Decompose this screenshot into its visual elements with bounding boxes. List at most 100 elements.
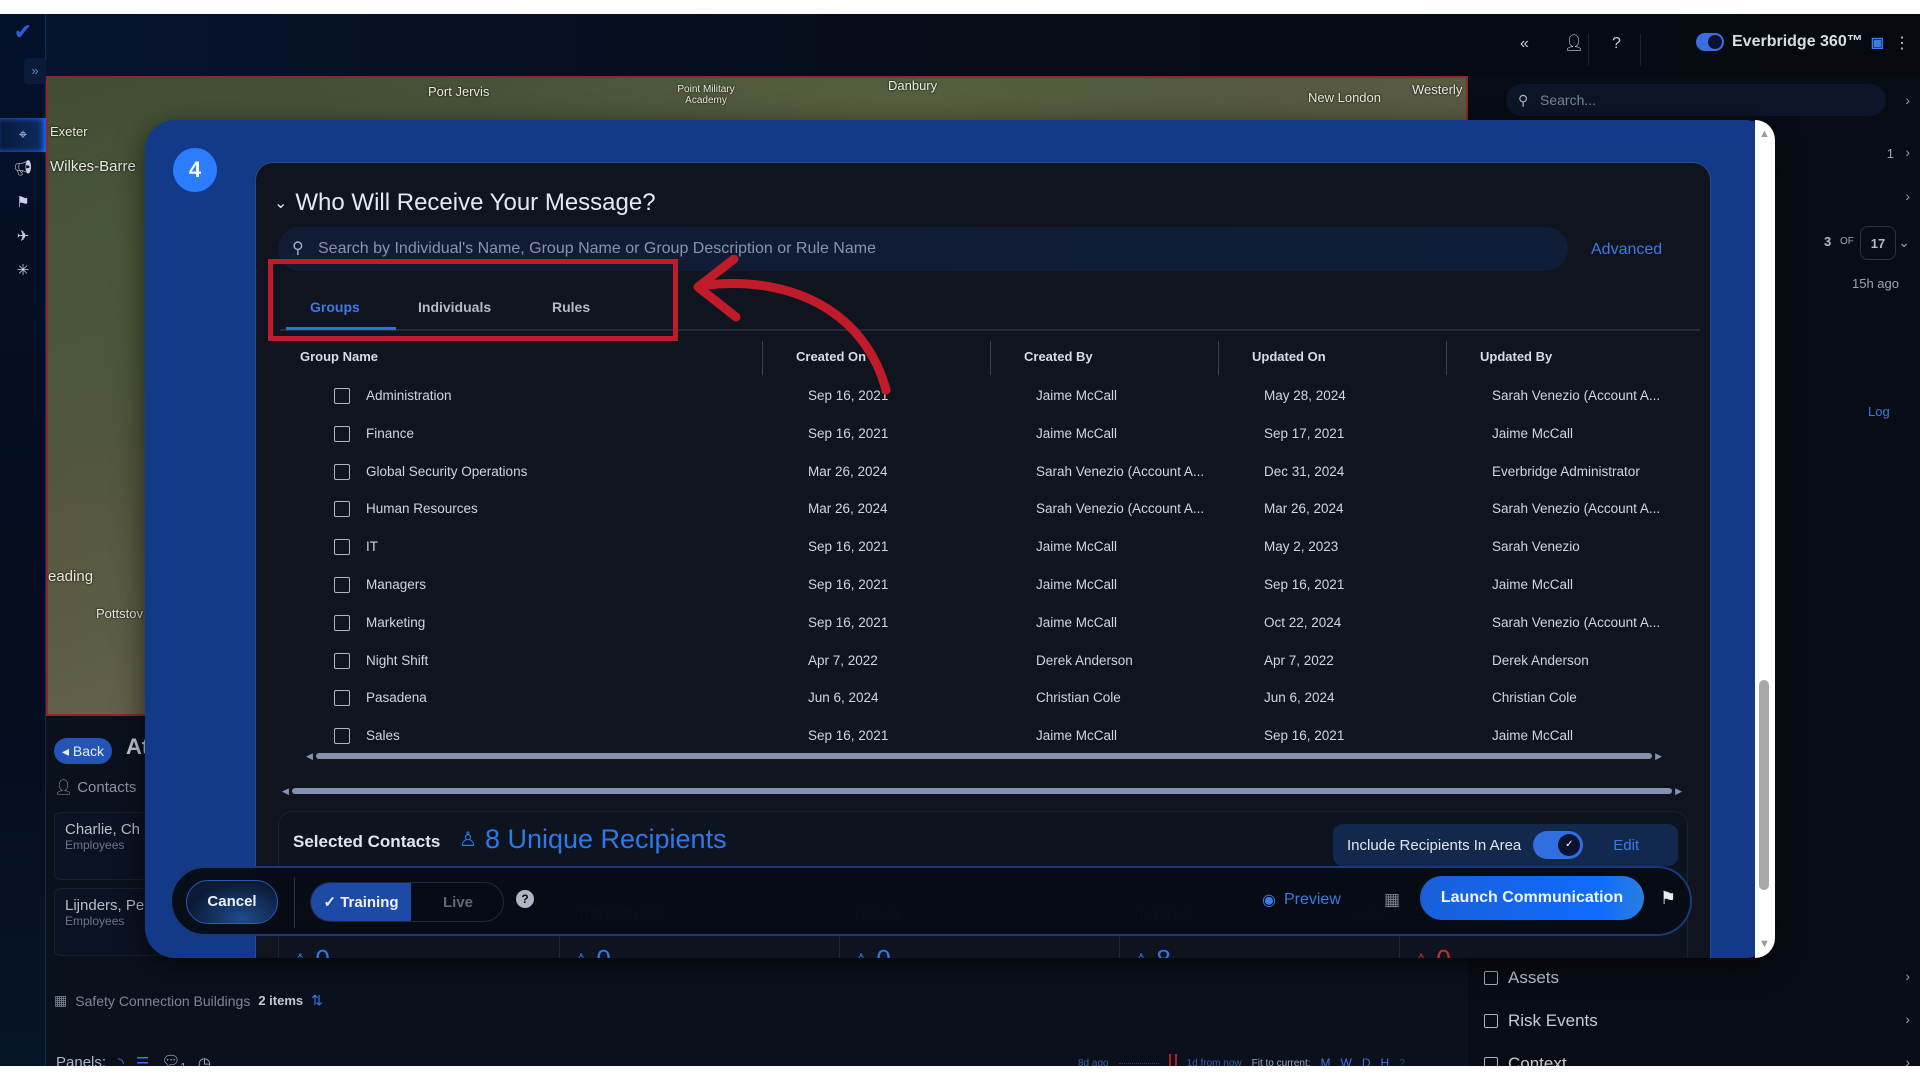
help-icon[interactable]: ?: [516, 890, 534, 908]
tab-individuals[interactable]: Individuals: [418, 299, 491, 315]
modal-scrollbar[interactable]: ▲ ▼: [1755, 120, 1775, 958]
timeline-track[interactable]: [1118, 1062, 1159, 1064]
row-checkbox[interactable]: [334, 690, 350, 707]
back-button[interactable]: ◂ Back: [54, 738, 112, 764]
fit-day[interactable]: D: [1362, 1056, 1371, 1066]
launch-communication-button[interactable]: Launch Communication: [1420, 876, 1644, 920]
column-header[interactable]: Group Name: [300, 349, 378, 364]
outer-horizontal-scrollbar[interactable]: ◀ ▶: [282, 785, 1682, 797]
row-checkbox[interactable]: [334, 728, 350, 745]
row-checkbox[interactable]: [334, 614, 350, 631]
collapse-icon[interactable]: «: [1520, 34, 1529, 54]
include-in-area-toggle[interactable]: ✓: [1533, 831, 1584, 859]
fit-month[interactable]: M: [1321, 1056, 1331, 1066]
row-checkbox[interactable]: [334, 539, 350, 556]
column-header[interactable]: Created On: [796, 349, 866, 364]
chevron-right-icon[interactable]: ›: [1905, 968, 1910, 984]
megaphone-icon[interactable]: 📢︎: [0, 152, 46, 186]
advanced-search-link[interactable]: Advanced: [1591, 241, 1662, 259]
table-row[interactable]: Managers Sep 16, 2021 Jaime McCall Sep 16, …: [268, 566, 1688, 604]
feed-icon[interactable]: ◝: [118, 1054, 124, 1067]
table-row[interactable]: Pasadena Jun 6, 2024 Christian Cole Jun 6, …: [268, 679, 1688, 717]
training-mode-button[interactable]: ✓ Training: [311, 883, 411, 921]
calendar-icon[interactable]: ▦: [1384, 890, 1400, 910]
scroll-thumb[interactable]: [316, 753, 1652, 759]
scroll-thumb[interactable]: [1759, 680, 1769, 890]
edit-area-link[interactable]: Edit: [1613, 837, 1639, 854]
fit-hour[interactable]: H: [1381, 1056, 1390, 1066]
column-header[interactable]: Created By: [1024, 349, 1093, 364]
everbridge-logo-icon[interactable]: ✔: [8, 20, 38, 44]
row-checkbox[interactable]: [334, 577, 350, 593]
chevron-down-icon[interactable]: ⌄: [1898, 234, 1910, 251]
column-divider[interactable]: [1446, 341, 1447, 375]
layer-item-context[interactable]: Context: [1484, 1054, 1567, 1066]
table-row[interactable]: Human Resources Mar 26, 2024 Sarah Venezio…: [268, 490, 1688, 528]
product-switcher[interactable]: Everbridge 360™ ▣: [1696, 33, 1884, 51]
scroll-left-icon[interactable]: ◀: [306, 750, 313, 762]
theme-toggle[interactable]: [1696, 33, 1724, 51]
table-row[interactable]: Administration Sep 16, 2021 Jaime McCall Ma…: [268, 377, 1688, 415]
checkbox[interactable]: [1484, 1014, 1498, 1028]
map-icon[interactable]: ⌖: [0, 118, 46, 152]
help-icon[interactable]: ?: [1399, 1058, 1405, 1067]
history-icon[interactable]: ◷: [198, 1054, 211, 1067]
chevron-down-icon[interactable]: ⌄: [274, 193, 287, 213]
row-checkbox[interactable]: [334, 388, 350, 404]
column-divider[interactable]: [1218, 341, 1219, 375]
row-checkbox[interactable]: [334, 463, 350, 480]
layer-item-assets[interactable]: Assets: [1484, 968, 1559, 988]
activity-icon[interactable]: ⚑: [0, 186, 46, 220]
list-icon[interactable]: ☰: [136, 1054, 149, 1067]
row-checkbox[interactable]: [334, 425, 350, 442]
flag-icon[interactable]: ⚑: [1660, 888, 1676, 909]
live-mode-button[interactable]: Live: [411, 883, 503, 921]
checkbox[interactable]: [1484, 971, 1498, 985]
chat-icon[interactable]: ▣: [1871, 34, 1884, 51]
recipient-search-input[interactable]: ⚲ Search by Individual's Name, Group Nam…: [278, 227, 1568, 271]
tab-groups[interactable]: Groups: [310, 299, 360, 315]
help-icon[interactable]: ?: [1612, 34, 1621, 54]
preview-button[interactable]: ◉ Preview: [1262, 890, 1341, 910]
column-divider[interactable]: [762, 341, 763, 375]
user-icon[interactable]: 👤︎: [1564, 34, 1584, 54]
scroll-right-icon[interactable]: ▶: [1675, 785, 1682, 797]
plane-icon[interactable]: ✈: [0, 220, 46, 254]
chevron-right-icon[interactable]: ›: [1905, 188, 1910, 204]
global-search-input[interactable]: ⚲ Search...: [1506, 84, 1886, 116]
log-link[interactable]: Log: [1868, 404, 1890, 419]
row-checkbox[interactable]: [334, 652, 350, 669]
table-row[interactable]: Global Security Operations Mar 26, 2024 Sa…: [268, 453, 1688, 491]
layer-item-risk-events[interactable]: Risk Events: [1484, 1011, 1598, 1031]
scroll-thumb[interactable]: [292, 788, 1672, 794]
expand-rail-button[interactable]: »: [24, 58, 46, 84]
row-checkbox[interactable]: [334, 501, 350, 518]
column-header[interactable]: Updated On: [1252, 349, 1326, 364]
scroll-left-icon[interactable]: ◀: [282, 785, 289, 797]
chevron-right-icon[interactable]: ›: [1905, 1011, 1910, 1027]
fit-week[interactable]: W: [1341, 1056, 1352, 1066]
tab-rules[interactable]: Rules: [552, 299, 590, 315]
section-header[interactable]: ⌄ Who Will Receive Your Message?: [274, 189, 656, 217]
comments-icon[interactable]: 💬︎1: [161, 1052, 186, 1066]
network-icon[interactable]: ✳: [0, 254, 46, 288]
inner-horizontal-scrollbar[interactable]: ◀ ▶: [306, 750, 1662, 762]
scroll-up-icon[interactable]: ▲: [1759, 128, 1770, 140]
column-header[interactable]: Updated By: [1480, 349, 1552, 364]
more-icon[interactable]: ⋮: [1894, 34, 1910, 54]
chevron-right-icon[interactable]: ›: [1905, 1054, 1910, 1066]
timeline-now-marker[interactable]: [1168, 1054, 1177, 1066]
chevron-right-icon[interactable]: ›: [1905, 144, 1910, 160]
table-row[interactable]: Marketing Sep 16, 2021 Jaime McCall Oct 22,…: [268, 604, 1688, 642]
checkbox[interactable]: [1484, 1057, 1498, 1066]
table-row[interactable]: IT Sep 16, 2021 Jaime McCall May 2, 2023 Sar…: [268, 528, 1688, 566]
pager-total[interactable]: 17: [1860, 226, 1896, 260]
table-row[interactable]: Finance Sep 16, 2021 Jaime McCall Sep 17, 2…: [268, 415, 1688, 453]
cancel-button[interactable]: Cancel: [186, 880, 278, 924]
table-row[interactable]: Night Shift Apr 7, 2022 Derek Anderson Apr …: [268, 642, 1688, 680]
scroll-right-icon[interactable]: ▶: [1655, 750, 1662, 762]
column-divider[interactable]: [990, 341, 991, 375]
chevron-right-icon[interactable]: ›: [1905, 92, 1910, 108]
sort-icon[interactable]: ⇅: [311, 992, 323, 1009]
scroll-down-icon[interactable]: ▼: [1759, 938, 1770, 950]
